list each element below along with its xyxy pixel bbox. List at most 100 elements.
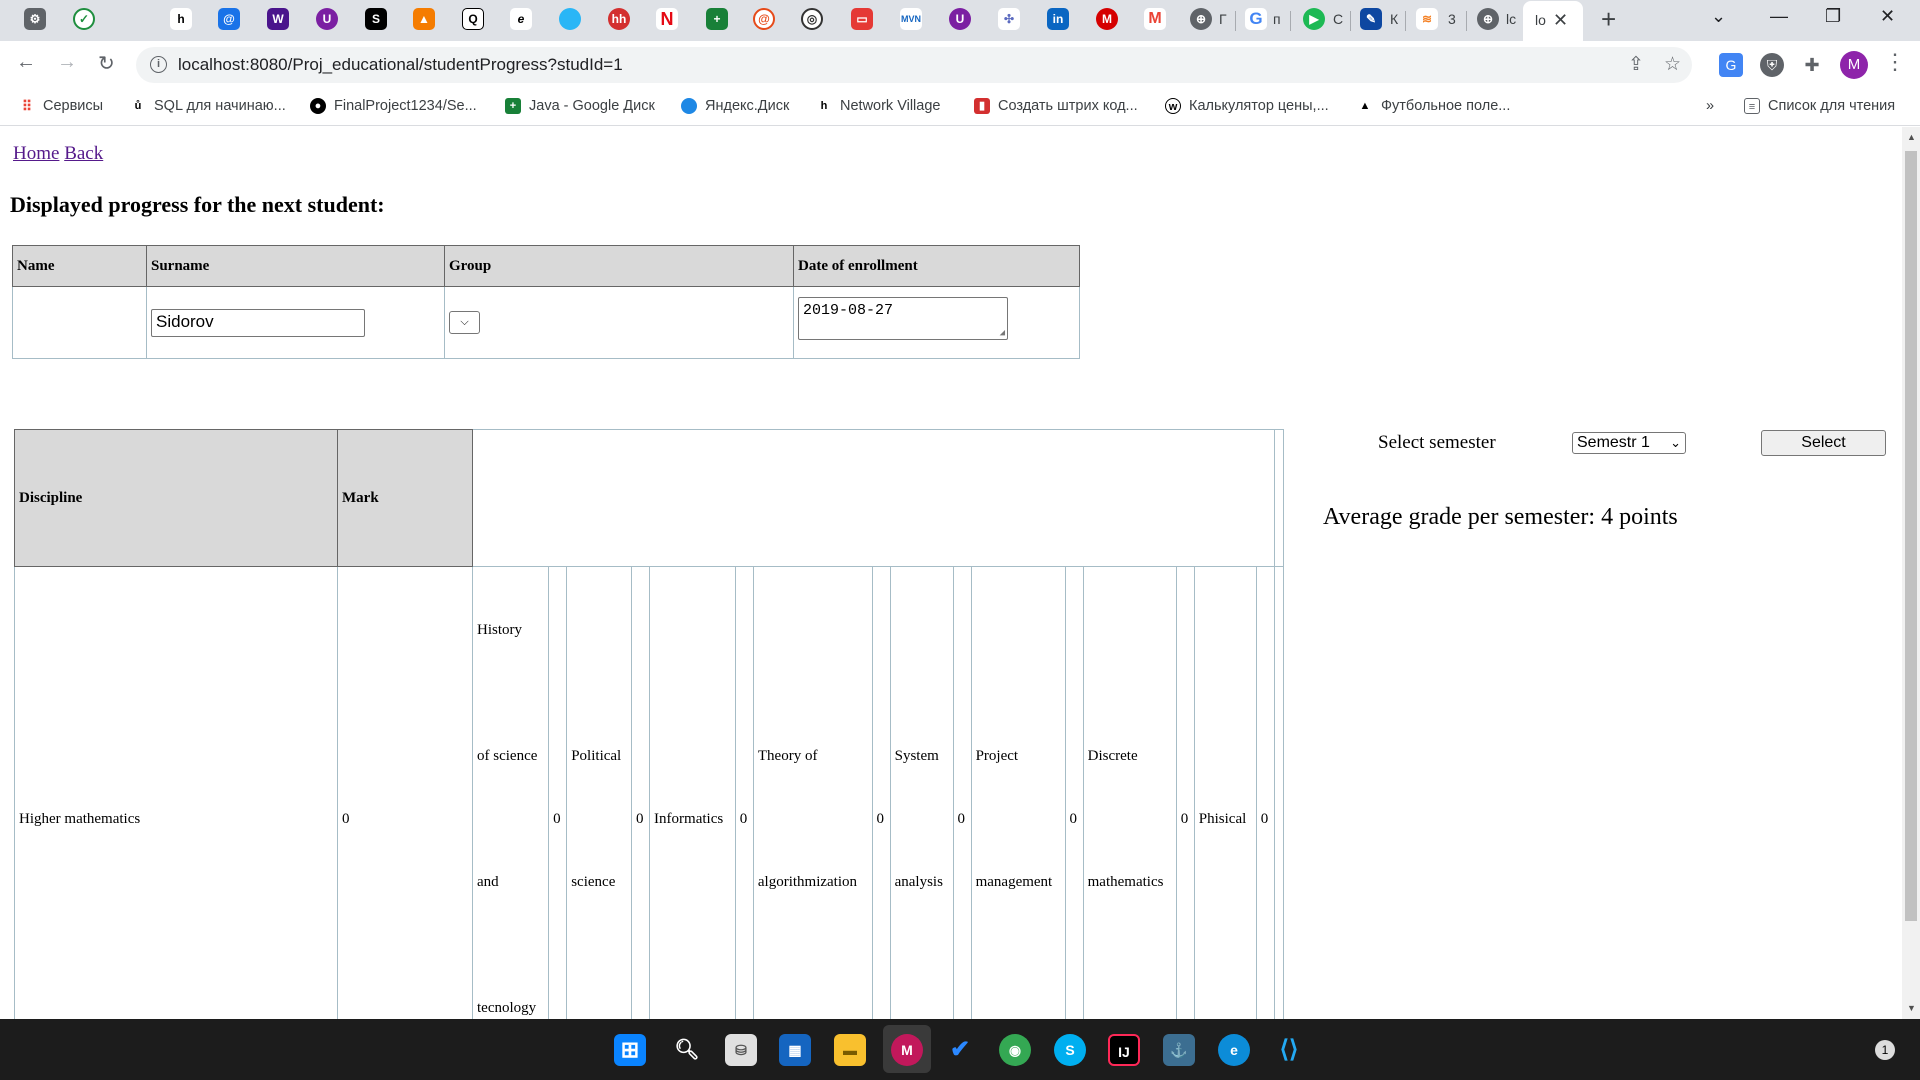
tab-favicon-22-icon[interactable]: in	[1047, 8, 1069, 30]
tab-favicon-globe-2-icon[interactable]: ⊕	[1477, 8, 1499, 30]
edge-icon[interactable]: e	[1218, 1034, 1250, 1066]
tab-favicon-blue-icon[interactable]: ✎	[1360, 8, 1382, 30]
translate-extension-icon[interactable]: G	[1719, 53, 1743, 77]
url-text[interactable]: localhost:8080/Proj_educational/studentP…	[178, 55, 623, 75]
chrome-profile-icon[interactable]: M	[891, 1034, 923, 1066]
minimize-icon[interactable]: —	[1770, 6, 1788, 27]
tab-favicon-green-icon[interactable]: ▶	[1303, 8, 1325, 30]
bookmark-network-village[interactable]: h Network Village	[816, 98, 940, 114]
forward-arrow-icon[interactable]: →	[57, 51, 77, 74]
tab-favicon-4-icon[interactable]: h	[170, 8, 192, 30]
home-link[interactable]: Home	[13, 143, 59, 164]
bookmarks-overflow-chevron[interactable]: »	[1706, 98, 1714, 114]
tab-favicon-23-icon[interactable]: M	[1096, 8, 1118, 30]
bookmark-services[interactable]: ⠿ Сервисы	[19, 98, 103, 114]
discipline-cell: Higher mathematics	[14, 566, 338, 1019]
todo-check-icon[interactable]: ✔	[944, 1034, 976, 1066]
tab-title-partial[interactable]: Г	[1219, 11, 1227, 27]
tab-favicon-17-icon[interactable]: ◎	[801, 8, 823, 30]
tab-favicon-10-icon[interactable]: Q	[462, 8, 484, 30]
tab-favicon-21-icon[interactable]: ✣	[998, 8, 1020, 30]
bookmark-star-icon[interactable]: ☆	[1664, 53, 1681, 76]
bookmark-sql[interactable]: ů SQL для начинаю...	[130, 98, 286, 114]
tab-favicon-9-icon[interactable]: ▲	[413, 8, 435, 30]
tab-favicon-7-icon[interactable]: U	[316, 8, 338, 30]
select-button[interactable]: Select	[1761, 430, 1886, 456]
tab-favicon-12-icon[interactable]	[559, 8, 581, 30]
scroll-thumb[interactable]	[1905, 151, 1917, 921]
tab-favicon-8-icon[interactable]: S	[365, 8, 387, 30]
skype-icon[interactable]: S	[1054, 1034, 1086, 1066]
windows-start-icon[interactable]: ⊞	[614, 1034, 646, 1066]
tab-favicon-13-icon[interactable]: hh	[608, 8, 630, 30]
restore-icon[interactable]: ❐	[1825, 6, 1841, 27]
bookmark-football[interactable]: ▲ Футбольное поле...	[1357, 98, 1510, 114]
vscode-icon[interactable]: ⟨⟩	[1273, 1034, 1305, 1066]
tab-title-partial[interactable]: п	[1273, 11, 1281, 27]
enrollment-date-field[interactable]: 2019-08-27 ◢	[798, 297, 1008, 340]
tab-favicon-14-icon[interactable]: N	[656, 8, 678, 30]
tab-favicon-2-icon[interactable]: ✓	[73, 8, 95, 30]
bookmark-github[interactable]: ● FinalProject1234/Se...	[310, 98, 477, 114]
tab-favicon-20-icon[interactable]: U	[949, 8, 971, 30]
reading-list[interactable]: ≡ Список для чтения	[1744, 98, 1895, 114]
back-link[interactable]: Back	[64, 143, 103, 164]
scroll-down-icon[interactable]: ▼	[1907, 1003, 1916, 1013]
tab-favicon-globe-icon[interactable]: ⊕	[1190, 8, 1212, 30]
tab-favicon-24-icon[interactable]: M	[1144, 8, 1166, 30]
tab-favicon-3-icon[interactable]	[122, 8, 144, 30]
reload-icon[interactable]: ↻	[98, 51, 115, 76]
surname-input[interactable]: Sidorov	[151, 308, 365, 337]
tab-search-chevron-icon[interactable]: ⌄	[1711, 6, 1726, 27]
tab-favicon-6-icon[interactable]: W	[267, 8, 289, 30]
discipline-name-cell: Informatics	[649, 566, 736, 1019]
tab-favicon-19-icon[interactable]: MVN	[900, 8, 922, 30]
tab-close-icon[interactable]: ✕	[1553, 10, 1568, 31]
site-info-icon[interactable]: i	[150, 56, 167, 73]
tab-title-partial[interactable]: С	[1333, 11, 1343, 27]
app-database-icon[interactable]: ⛁	[725, 1034, 757, 1066]
active-tab[interactable]: lo ✕	[1523, 1, 1583, 41]
tab-favicon-1-icon[interactable]: ⚙	[24, 8, 46, 30]
tab-favicon-16-icon[interactable]: @	[753, 8, 775, 30]
intellij-icon[interactable]: IJ	[1108, 1034, 1140, 1066]
discipline-name-cell: Discrete mathematics	[1082, 566, 1177, 1019]
profile-avatar[interactable]: M	[1840, 51, 1868, 79]
back-arrow-icon[interactable]: ←	[16, 51, 36, 74]
bookmark-yandex-disk[interactable]: Яндекс.Диск	[681, 98, 789, 114]
active-tab-title: lo	[1535, 12, 1546, 28]
discipline-name-line: of science	[477, 748, 538, 764]
tab-title-partial[interactable]: 3	[1448, 11, 1456, 27]
address-bar[interactable]: i localhost:8080/Proj_educational/studen…	[136, 47, 1692, 83]
bookmark-calculator[interactable]: w Калькулятор цены,...	[1165, 98, 1329, 114]
tab-favicon-5-icon[interactable]: @	[218, 8, 240, 30]
workbench-icon[interactable]: ⚓	[1163, 1034, 1195, 1066]
tab-favicon-18-icon[interactable]: ▭	[851, 8, 873, 30]
group-select[interactable]: ⌵	[449, 311, 480, 334]
page-scrollbar[interactable]: ▲ ▼	[1902, 127, 1920, 1019]
google-sheets-icon: +	[505, 98, 521, 114]
share-icon[interactable]: ⇪	[1628, 53, 1644, 76]
new-tab-icon[interactable]: +	[1601, 4, 1616, 35]
tab-title-partial[interactable]: К	[1390, 11, 1398, 27]
bookmark-java-drive[interactable]: + Java - Google Диск	[505, 98, 655, 114]
bookmark-barcode[interactable]: ▮ Создать штрих код...	[974, 98, 1138, 114]
tab-favicon-11-icon[interactable]: e	[510, 8, 532, 30]
close-window-icon[interactable]: ✕	[1880, 6, 1895, 27]
semester-select[interactable]: Semestr 1 ⌄	[1572, 432, 1686, 454]
scroll-up-icon[interactable]: ▲	[1907, 132, 1916, 142]
tab-title-partial[interactable]: lc	[1506, 11, 1516, 27]
notification-badge[interactable]: 1	[1875, 1040, 1895, 1060]
extensions-puzzle-icon[interactable]: ✚	[1800, 53, 1824, 77]
file-explorer-icon[interactable]: ▬	[834, 1034, 866, 1066]
shield-extension-icon[interactable]: ⛨	[1760, 53, 1784, 77]
tab-favicon-google-icon[interactable]: G	[1245, 8, 1267, 30]
browser-menu-icon[interactable]: ⋮	[1884, 49, 1906, 75]
resize-handle-icon[interactable]: ◢	[1000, 328, 1005, 338]
chrome-icon[interactable]: ◉	[999, 1034, 1031, 1066]
search-icon[interactable]: 🔍︎	[671, 1034, 703, 1066]
tab-favicon-stack-icon[interactable]: ≋	[1416, 8, 1438, 30]
tab-favicon-15-icon[interactable]: +	[706, 8, 728, 30]
tab-separator	[1350, 11, 1351, 31]
microsoft-store-icon[interactable]: ▦	[779, 1034, 811, 1066]
